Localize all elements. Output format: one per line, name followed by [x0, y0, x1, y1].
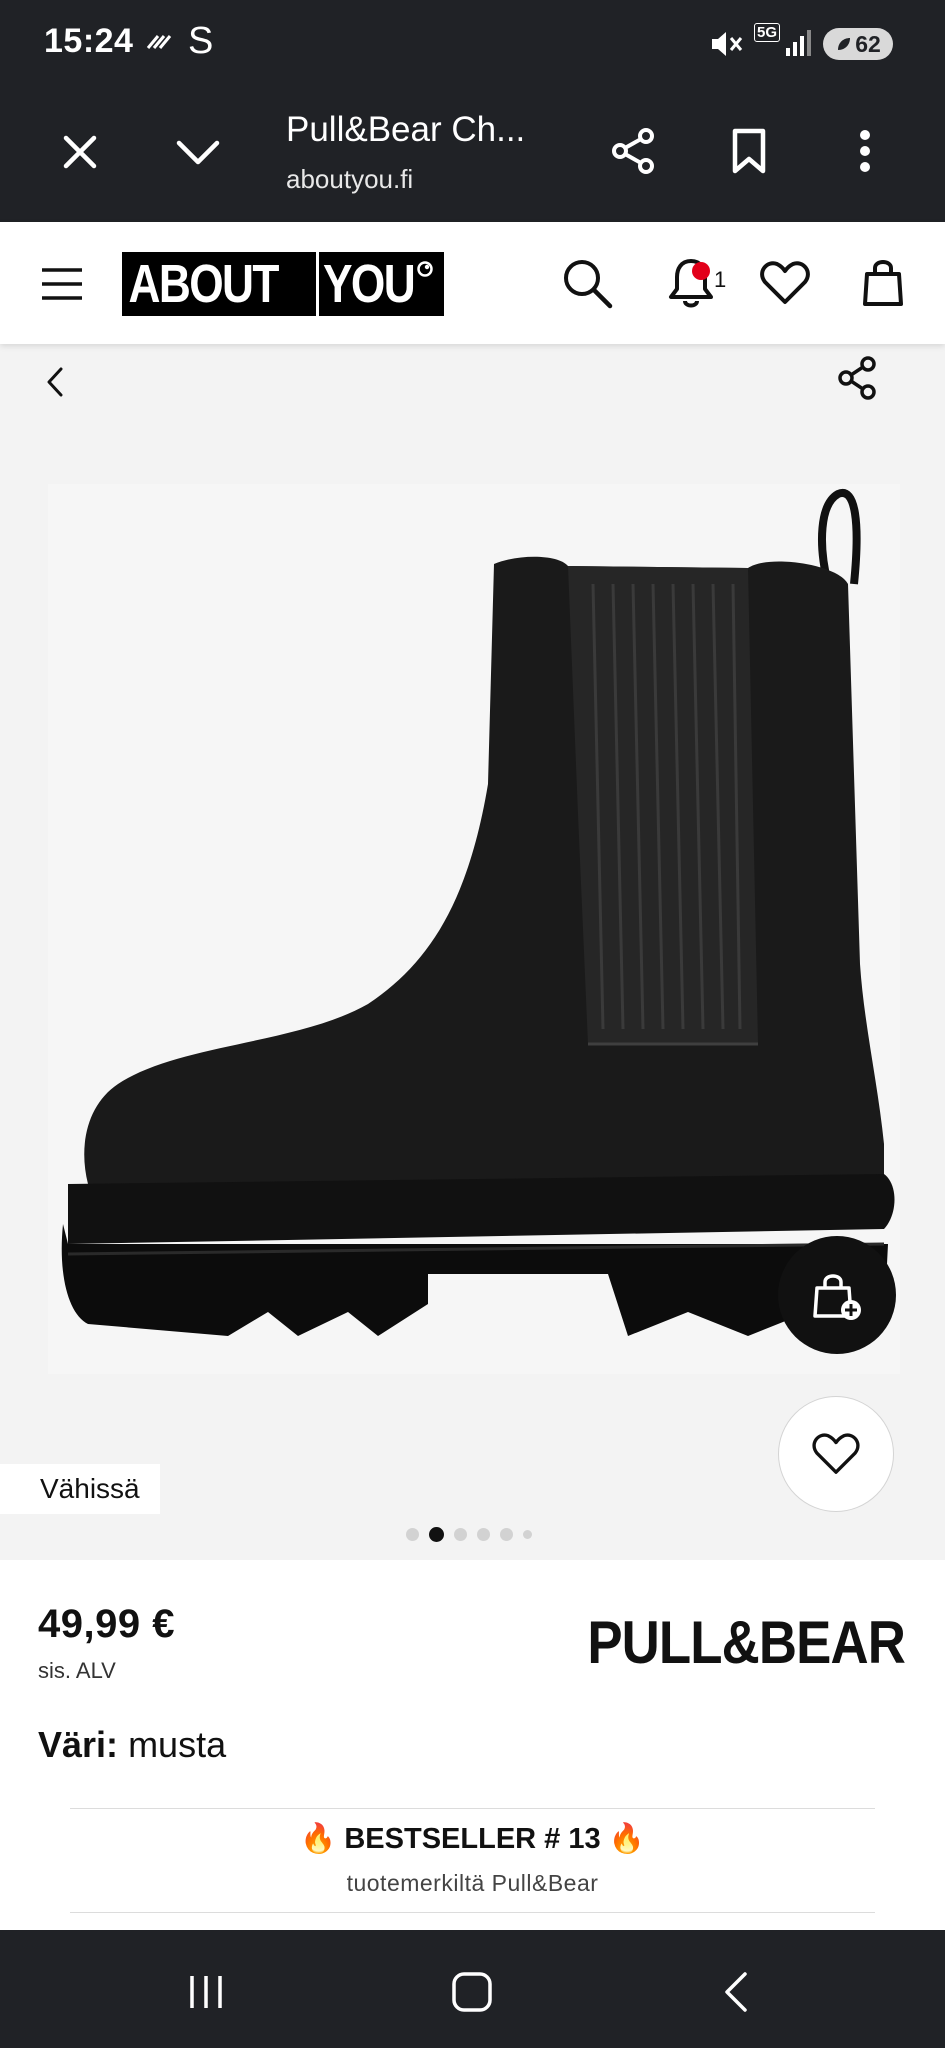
pagination-dot[interactable] [500, 1528, 513, 1541]
back-icon [47, 367, 63, 397]
carrier-label: S [188, 20, 214, 62]
notification-dot [692, 262, 710, 280]
logo-separator [315, 252, 319, 316]
gallery-pagination [406, 1527, 532, 1542]
tab-title[interactable]: Pull&Bear Ch... [286, 110, 525, 150]
logo-text-you: YOU [322, 254, 416, 314]
share-icon [612, 128, 654, 174]
minimize-button[interactable] [166, 120, 230, 184]
status-bar: 15:24 S 5G 62 [0, 0, 945, 88]
gallery-back-button[interactable] [30, 352, 80, 412]
share-nodes-icon [838, 356, 876, 400]
pagination-dot[interactable] [523, 1530, 532, 1539]
more-button[interactable] [832, 118, 898, 184]
missed-call-icon [146, 30, 176, 57]
logo-text-about: ABOUT [128, 254, 280, 314]
recents-icon [190, 1976, 222, 2008]
heart-icon [812, 1433, 860, 1474]
product-gallery[interactable]: Vähissä [0, 344, 945, 1560]
product-price: 49,99 € [38, 1602, 175, 1646]
close-icon [63, 135, 97, 169]
back-icon [725, 1972, 747, 2012]
battery-indicator: 62 [823, 28, 893, 60]
add-to-wishlist-button[interactable] [778, 1396, 894, 1512]
site-header: ABOUT YOU 1 [0, 222, 945, 344]
vat-note: sis. ALV [38, 1658, 116, 1683]
product-image[interactable] [48, 484, 900, 1374]
logo-eye-icon [417, 261, 433, 277]
recents-button[interactable] [166, 1952, 246, 2032]
notification-count: 1 [714, 267, 727, 292]
search-button[interactable] [556, 252, 618, 314]
menu-icon [42, 268, 82, 300]
bag-icon [863, 260, 903, 306]
bestseller-brand-line: tuotemerkiltä Pull&Bear [346, 1870, 599, 1896]
search-icon [564, 260, 613, 309]
bestseller-badge: 🔥 BESTSELLER # 13 🔥 [300, 1823, 645, 1855]
color-row: Väri: musta [38, 1724, 226, 1766]
notifications-button[interactable] [660, 252, 722, 314]
wishlist-button[interactable] [754, 252, 816, 314]
low-stock-badge: Vähissä [0, 1464, 160, 1514]
add-to-bag-button[interactable] [778, 1236, 896, 1354]
gallery-share-button[interactable] [828, 348, 888, 408]
pagination-dot-active[interactable] [429, 1527, 444, 1542]
more-icon [860, 130, 870, 172]
battery-level: 62 [855, 30, 881, 57]
signal-icon [784, 28, 814, 63]
menu-button[interactable] [34, 256, 90, 312]
bookmark-button[interactable] [716, 118, 782, 184]
about-you-logo[interactable]: ABOUT YOU [122, 252, 444, 316]
heart-icon [760, 261, 810, 304]
network-type: 5G [754, 23, 781, 42]
color-value: musta [128, 1724, 227, 1765]
boot-image [61, 489, 895, 1336]
share-button[interactable] [600, 118, 666, 184]
home-icon [452, 1972, 492, 2012]
url-label[interactable]: aboutyou.fi [286, 164, 413, 195]
bag-button[interactable] [852, 250, 914, 314]
pagination-dot[interactable] [477, 1528, 490, 1541]
close-tab-button[interactable] [48, 120, 112, 184]
brand-logo[interactable]: PULL&BEAR [587, 1608, 906, 1677]
home-button[interactable] [432, 1952, 512, 2032]
add-to-bag-icon [813, 1274, 861, 1320]
system-nav-bar [0, 1930, 945, 2048]
bookmark-icon [732, 128, 766, 174]
nav-back-button[interactable] [696, 1952, 776, 2032]
network-label: 5G [754, 23, 781, 42]
divider [70, 1912, 875, 1913]
status-time: 15:24 [44, 22, 134, 60]
battery-saver-icon [838, 38, 851, 50]
chevron-down-icon [176, 140, 220, 165]
divider [70, 1808, 875, 1809]
pagination-dot[interactable] [454, 1528, 467, 1541]
color-label: Väri: [38, 1724, 119, 1765]
mute-icon [708, 28, 744, 65]
pagination-dot[interactable] [406, 1528, 419, 1541]
browser-toolbar: Pull&Bear Ch... aboutyou.fi [0, 88, 945, 222]
